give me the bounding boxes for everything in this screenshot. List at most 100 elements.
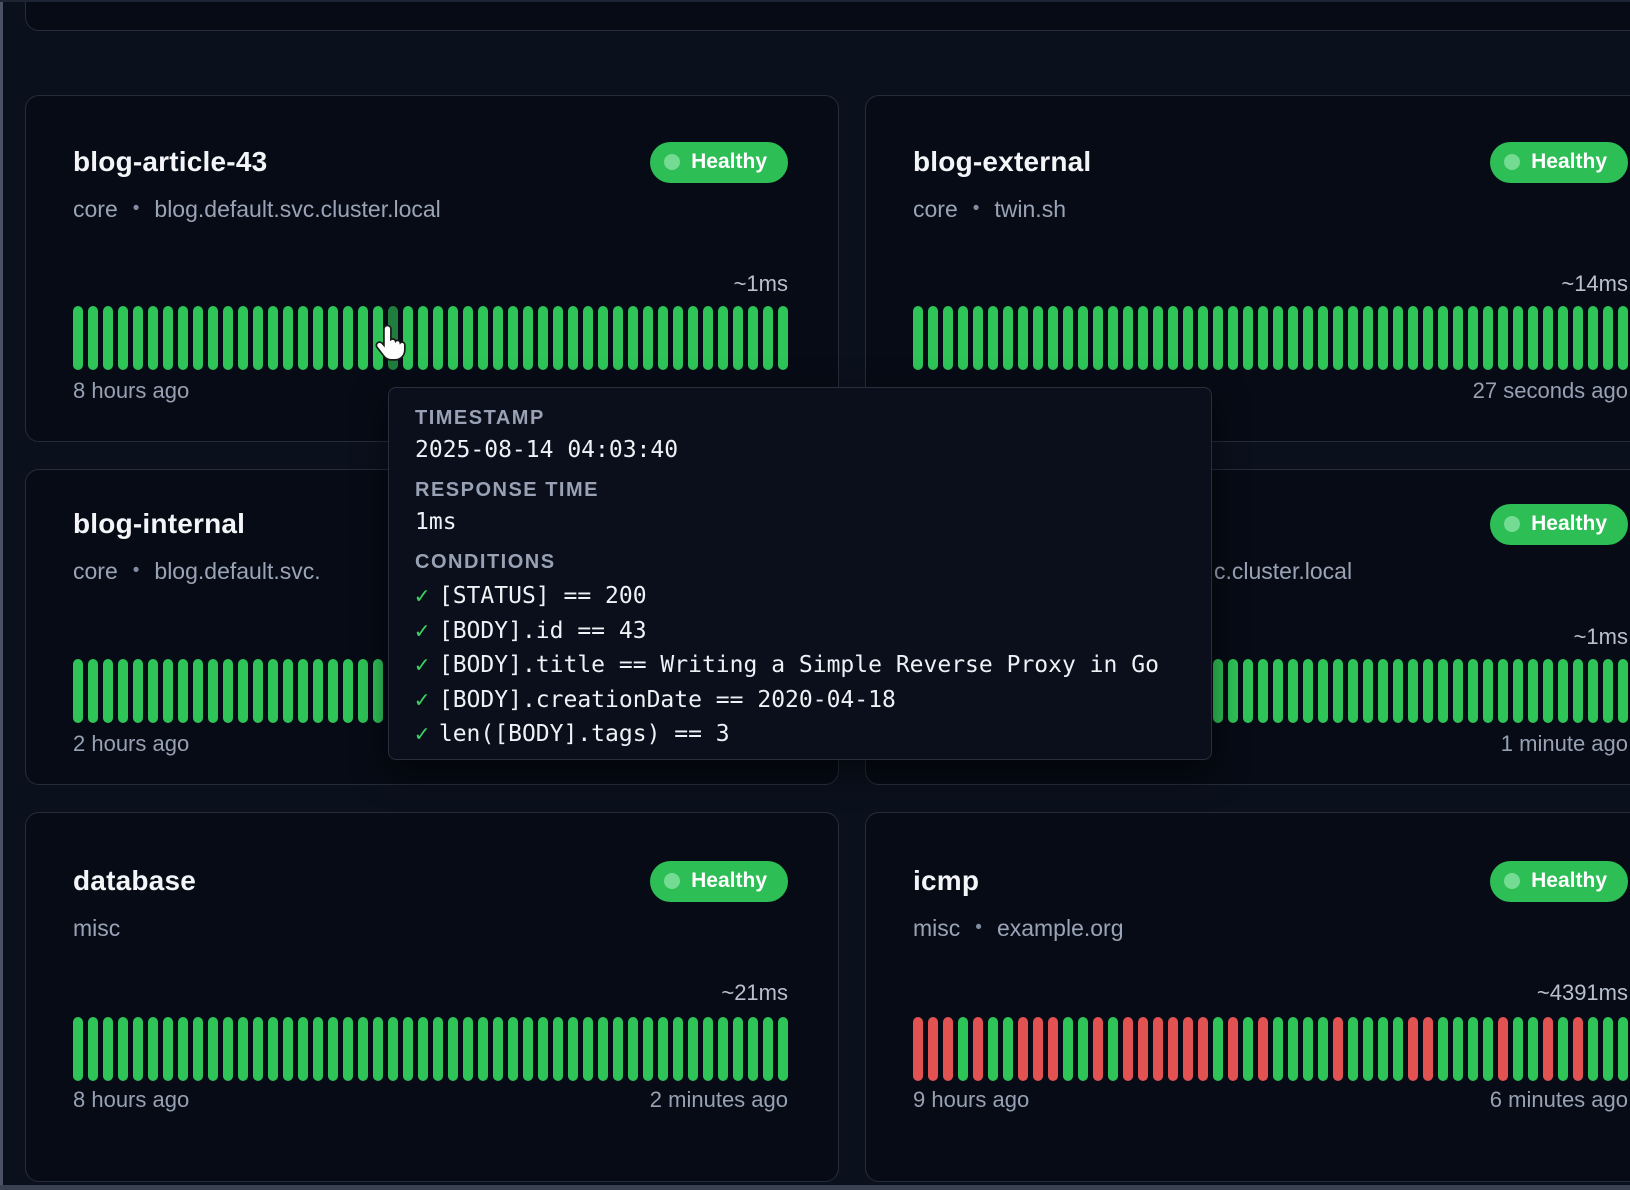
health-bar-up[interactable] — [1588, 306, 1598, 370]
health-bar-up[interactable] — [673, 306, 683, 370]
health-bar-up[interactable] — [1273, 1017, 1283, 1081]
health-bar-up[interactable] — [928, 306, 938, 370]
health-bar-up[interactable] — [163, 659, 173, 723]
health-bar-up[interactable] — [208, 659, 218, 723]
health-bar-down[interactable] — [1423, 1017, 1433, 1081]
health-bar-up[interactable] — [973, 306, 983, 370]
health-bar-up[interactable] — [1318, 1017, 1328, 1081]
health-bar-down[interactable] — [1138, 1017, 1148, 1081]
health-bar-up[interactable] — [1423, 306, 1433, 370]
health-bar-up[interactable] — [1303, 306, 1313, 370]
health-bar-up[interactable] — [778, 1017, 788, 1081]
health-bar-up[interactable] — [568, 306, 578, 370]
health-bar-down[interactable] — [928, 1017, 938, 1081]
health-bar-down[interactable] — [1258, 1017, 1268, 1081]
health-bar-up[interactable] — [1618, 306, 1628, 370]
health-bar-up[interactable] — [358, 659, 368, 723]
health-bar-up[interactable] — [1153, 306, 1163, 370]
health-bar-up[interactable] — [388, 1017, 398, 1081]
health-bar-up[interactable] — [658, 306, 668, 370]
health-bar-up[interactable] — [553, 306, 563, 370]
health-bar-up[interactable] — [313, 659, 323, 723]
health-bar-up[interactable] — [1183, 306, 1193, 370]
health-bar-up[interactable] — [1288, 1017, 1298, 1081]
health-bar-up[interactable] — [73, 1017, 83, 1081]
health-bar-up[interactable] — [1513, 306, 1523, 370]
health-bar-up[interactable] — [478, 1017, 488, 1081]
health-bar-up[interactable] — [643, 1017, 653, 1081]
health-bar-up[interactable] — [1228, 659, 1238, 723]
health-bar-up[interactable] — [298, 659, 308, 723]
health-bar-up[interactable] — [1513, 659, 1523, 723]
health-bar-up[interactable] — [658, 1017, 668, 1081]
health-bar-up[interactable] — [1588, 1017, 1598, 1081]
health-bar-up[interactable] — [118, 306, 128, 370]
health-bar-up[interactable] — [733, 1017, 743, 1081]
health-bar-down[interactable] — [1093, 1017, 1103, 1081]
health-bar-up[interactable] — [1483, 659, 1493, 723]
health-bar-up[interactable] — [913, 306, 923, 370]
health-bar-up[interactable] — [178, 659, 188, 723]
health-bar-up[interactable] — [988, 1017, 998, 1081]
health-bar-up[interactable] — [958, 1017, 968, 1081]
health-bar-up[interactable] — [1258, 659, 1268, 723]
health-bar-up[interactable] — [73, 659, 83, 723]
health-bar-up[interactable] — [1273, 659, 1283, 723]
health-bar-up[interactable] — [328, 306, 338, 370]
health-bar-up[interactable] — [1603, 306, 1613, 370]
health-bar-up[interactable] — [1213, 1017, 1223, 1081]
health-bar-down[interactable] — [1168, 1017, 1178, 1081]
health-bar-up[interactable] — [1618, 1017, 1628, 1081]
health-bar-up[interactable] — [628, 1017, 638, 1081]
health-bar-up[interactable] — [463, 1017, 473, 1081]
health-bar-up[interactable] — [223, 306, 233, 370]
health-bar-up[interactable] — [628, 306, 638, 370]
health-bar-down[interactable] — [1123, 1017, 1133, 1081]
health-bar-up[interactable] — [343, 659, 353, 723]
health-bar-up[interactable] — [283, 1017, 293, 1081]
health-bar-up[interactable] — [1408, 306, 1418, 370]
health-bar-up[interactable] — [1018, 306, 1028, 370]
health-bar-up[interactable] — [1528, 659, 1538, 723]
health-bar-up[interactable] — [508, 306, 518, 370]
health-bar-up[interactable] — [703, 1017, 713, 1081]
health-bar-down[interactable] — [1573, 1017, 1583, 1081]
health-bar-up[interactable] — [313, 1017, 323, 1081]
health-bar-down[interactable] — [973, 1017, 983, 1081]
health-bar-up[interactable] — [463, 306, 473, 370]
health-bar-up[interactable] — [403, 1017, 413, 1081]
health-bar-up[interactable] — [1603, 1017, 1613, 1081]
health-bar-down[interactable] — [1333, 1017, 1343, 1081]
health-bar-down[interactable] — [1018, 1017, 1028, 1081]
health-bar-up[interactable] — [163, 1017, 173, 1081]
health-bar-up[interactable] — [598, 306, 608, 370]
health-bar-up[interactable] — [958, 306, 968, 370]
health-bar-up[interactable] — [73, 306, 83, 370]
health-bar-up[interactable] — [268, 659, 278, 723]
health-bar-up[interactable] — [1273, 306, 1283, 370]
health-bar-up[interactable] — [208, 1017, 218, 1081]
health-bar-up[interactable] — [163, 306, 173, 370]
health-bar-up[interactable] — [568, 1017, 578, 1081]
health-bar-up[interactable] — [523, 1017, 533, 1081]
health-bar-up[interactable] — [253, 306, 263, 370]
health-bar-up[interactable] — [313, 306, 323, 370]
health-bar-down[interactable] — [1153, 1017, 1163, 1081]
health-bar-up[interactable] — [493, 306, 503, 370]
health-bar-up[interactable] — [178, 1017, 188, 1081]
health-bar-up[interactable] — [493, 1017, 503, 1081]
health-bar-up[interactable] — [193, 1017, 203, 1081]
health-bar-up[interactable] — [1468, 1017, 1478, 1081]
health-bar-up[interactable] — [148, 1017, 158, 1081]
health-bar-up[interactable] — [1318, 306, 1328, 370]
health-bar-up[interactable] — [1243, 1017, 1253, 1081]
health-bar-up[interactable] — [88, 659, 98, 723]
health-bar-up[interactable] — [1213, 306, 1223, 370]
health-bar-up[interactable] — [1573, 659, 1583, 723]
health-bar-up[interactable] — [268, 1017, 278, 1081]
health-bar-up[interactable] — [1258, 306, 1268, 370]
health-bar-up[interactable] — [1003, 306, 1013, 370]
health-bar-up[interactable] — [1468, 306, 1478, 370]
health-bar-up[interactable] — [1453, 659, 1463, 723]
health-bar-up[interactable] — [343, 306, 353, 370]
